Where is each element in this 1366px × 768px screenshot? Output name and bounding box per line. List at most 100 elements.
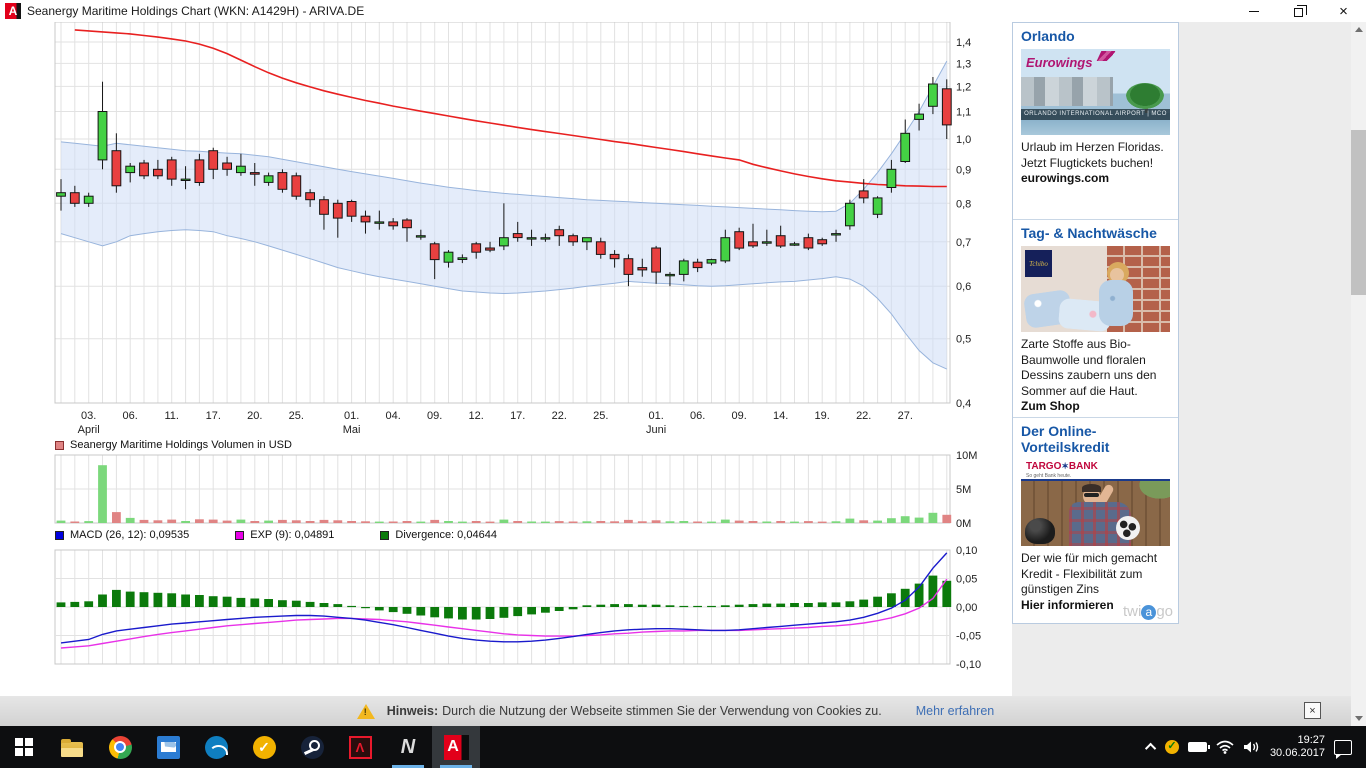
- ad-sidebar: Orlando Eurowings ORLANDO INTERNATIONAL …: [1012, 22, 1179, 624]
- volume-axis-label: 0M: [956, 518, 971, 530]
- date-label: 20.: [247, 410, 262, 422]
- macd-histogram-bar: [195, 595, 204, 607]
- taskbar-openoffice[interactable]: [192, 726, 240, 768]
- ad-image-eurowings[interactable]: Eurowings ORLANDO INTERNATIONAL AIRPORT …: [1021, 49, 1170, 135]
- candle: [846, 203, 855, 226]
- volume-bar: [264, 521, 273, 523]
- exp-legend-label: EXP (9): 0,04891: [250, 529, 334, 541]
- candle: [278, 173, 287, 190]
- volume-bar: [762, 522, 771, 524]
- taskbar-acrobat[interactable]: Λ: [336, 726, 384, 768]
- cookie-close-button[interactable]: ×: [1304, 702, 1321, 719]
- page-scrollbar[interactable]: [1351, 22, 1366, 726]
- eurowings-logo: Eurowings: [1026, 55, 1092, 70]
- macd-histogram-bar: [555, 607, 564, 611]
- ad-card-orlando[interactable]: Orlando Eurowings ORLANDO INTERNATIONAL …: [1013, 23, 1178, 220]
- ad-link[interactable]: Zum Shop: [1021, 399, 1170, 413]
- cookie-notice-bar: ! Hinweis: Durch die Nutzung der Webseit…: [0, 696, 1351, 726]
- macd-histogram-bar: [126, 592, 135, 607]
- volume-bar: [500, 520, 509, 523]
- scrollbar-thumb[interactable]: [1351, 130, 1366, 295]
- candle: [541, 238, 550, 239]
- volume-bar: [790, 522, 799, 523]
- ad-heading[interactable]: Tag- & Nachtwäsche: [1021, 225, 1170, 241]
- candle: [333, 203, 342, 218]
- taskbar-clock[interactable]: 19:27 30.06.2017: [1270, 734, 1325, 760]
- volume-legend-swatch: [55, 441, 64, 450]
- candle: [596, 242, 605, 255]
- cookie-more-link[interactable]: Mehr erfahren: [916, 704, 995, 718]
- minimize-icon: [1249, 11, 1259, 12]
- macd-histogram-bar: [596, 605, 605, 607]
- taskbar-norton[interactable]: ✓: [240, 726, 288, 768]
- macd-histogram-bar: [818, 602, 827, 607]
- candle: [513, 234, 522, 238]
- taskbar-mail[interactable]: [144, 726, 192, 768]
- steam-icon: [301, 736, 324, 759]
- candle: [638, 268, 647, 270]
- candle: [181, 179, 190, 180]
- macd-histogram-bar: [527, 607, 536, 614]
- macd-histogram-bar: [223, 597, 232, 607]
- system-tray: ✓ 19:27 30.06.2017: [1148, 726, 1366, 768]
- month-label: Juni: [646, 424, 666, 436]
- macd-histogram-bar: [749, 604, 758, 607]
- volume-bar: [98, 465, 107, 523]
- ad-card-tchibo[interactable]: Tag- & Nachtwäsche Tchibo Zarte Stoffe a…: [1013, 220, 1178, 418]
- ad-heading[interactable]: Orlando: [1021, 28, 1170, 44]
- candle: [555, 230, 564, 236]
- twiago-watermark: twiago: [1123, 603, 1173, 620]
- taskbar-file-explorer[interactable]: [48, 726, 96, 768]
- candle: [264, 176, 273, 183]
- volume-bar: [458, 522, 467, 523]
- minimize-button[interactable]: [1231, 0, 1276, 22]
- taskbar-ariva[interactable]: A: [432, 726, 480, 768]
- macd-histogram-bar: [264, 599, 273, 607]
- scrollbar-up-arrow[interactable]: [1351, 22, 1366, 37]
- macd-histogram-bar: [666, 605, 675, 607]
- candle: [707, 260, 716, 264]
- volume-bar: [832, 521, 841, 523]
- macd-histogram-bar: [652, 605, 661, 607]
- warning-icon: !: [357, 704, 375, 719]
- start-button[interactable]: [0, 726, 48, 768]
- macd-histogram-bar: [569, 607, 578, 609]
- tray-norton-icon[interactable]: ✓: [1165, 740, 1179, 754]
- man-glasses: [1084, 493, 1099, 497]
- price-axis-label: 1,3: [956, 58, 971, 70]
- volume-bar: [887, 518, 896, 523]
- macd-histogram-bar: [610, 604, 619, 607]
- candle: [762, 242, 771, 243]
- ad-image-tchibo[interactable]: Tchibo: [1021, 246, 1170, 332]
- scrollbar-down-arrow[interactable]: [1351, 711, 1366, 726]
- price-axis-label: 1,2: [956, 81, 971, 93]
- macd-histogram-bar: [693, 606, 702, 607]
- taskbar-steam[interactable]: [288, 726, 336, 768]
- action-center-icon[interactable]: [1334, 740, 1352, 755]
- macd-histogram-bar: [859, 600, 868, 607]
- macd-legend-label: MACD (26, 12): 0,09535: [70, 529, 189, 541]
- volume-bar: [278, 520, 287, 523]
- restore-button[interactable]: [1276, 0, 1321, 22]
- date-label: 14.: [773, 410, 788, 422]
- volume-bar: [942, 515, 951, 523]
- close-button[interactable]: ×: [1321, 0, 1366, 22]
- taskbar-n-app[interactable]: N: [384, 726, 432, 768]
- volume-bar: [416, 522, 425, 523]
- ad-heading[interactable]: Der Online-Vorteilskredit: [1021, 423, 1170, 455]
- wifi-icon[interactable]: [1216, 740, 1234, 754]
- bank-text: BANK: [1069, 461, 1098, 472]
- volume-bar: [693, 522, 702, 524]
- taskbar-chrome[interactable]: [96, 726, 144, 768]
- ad-image-targobank[interactable]: TARGO✶BANK So geht Bank heute.: [1021, 460, 1170, 546]
- speaker-icon[interactable]: [1243, 740, 1261, 754]
- clock-date: 30.06.2017: [1270, 747, 1325, 760]
- ariva-window-icon: A: [5, 3, 21, 19]
- volume-bar: [57, 521, 66, 523]
- battery-icon[interactable]: [1188, 742, 1207, 752]
- ad-text: Urlaub im Herzen Floridas. Jetzt Flugtic…: [1021, 140, 1170, 171]
- ad-card-targobank[interactable]: Der Online-Vorteilskredit TARGO✶BANK So …: [1013, 418, 1178, 623]
- candle: [112, 151, 121, 186]
- ad-link[interactable]: eurowings.com: [1021, 171, 1170, 185]
- price-axis-label: 0,4: [956, 398, 971, 410]
